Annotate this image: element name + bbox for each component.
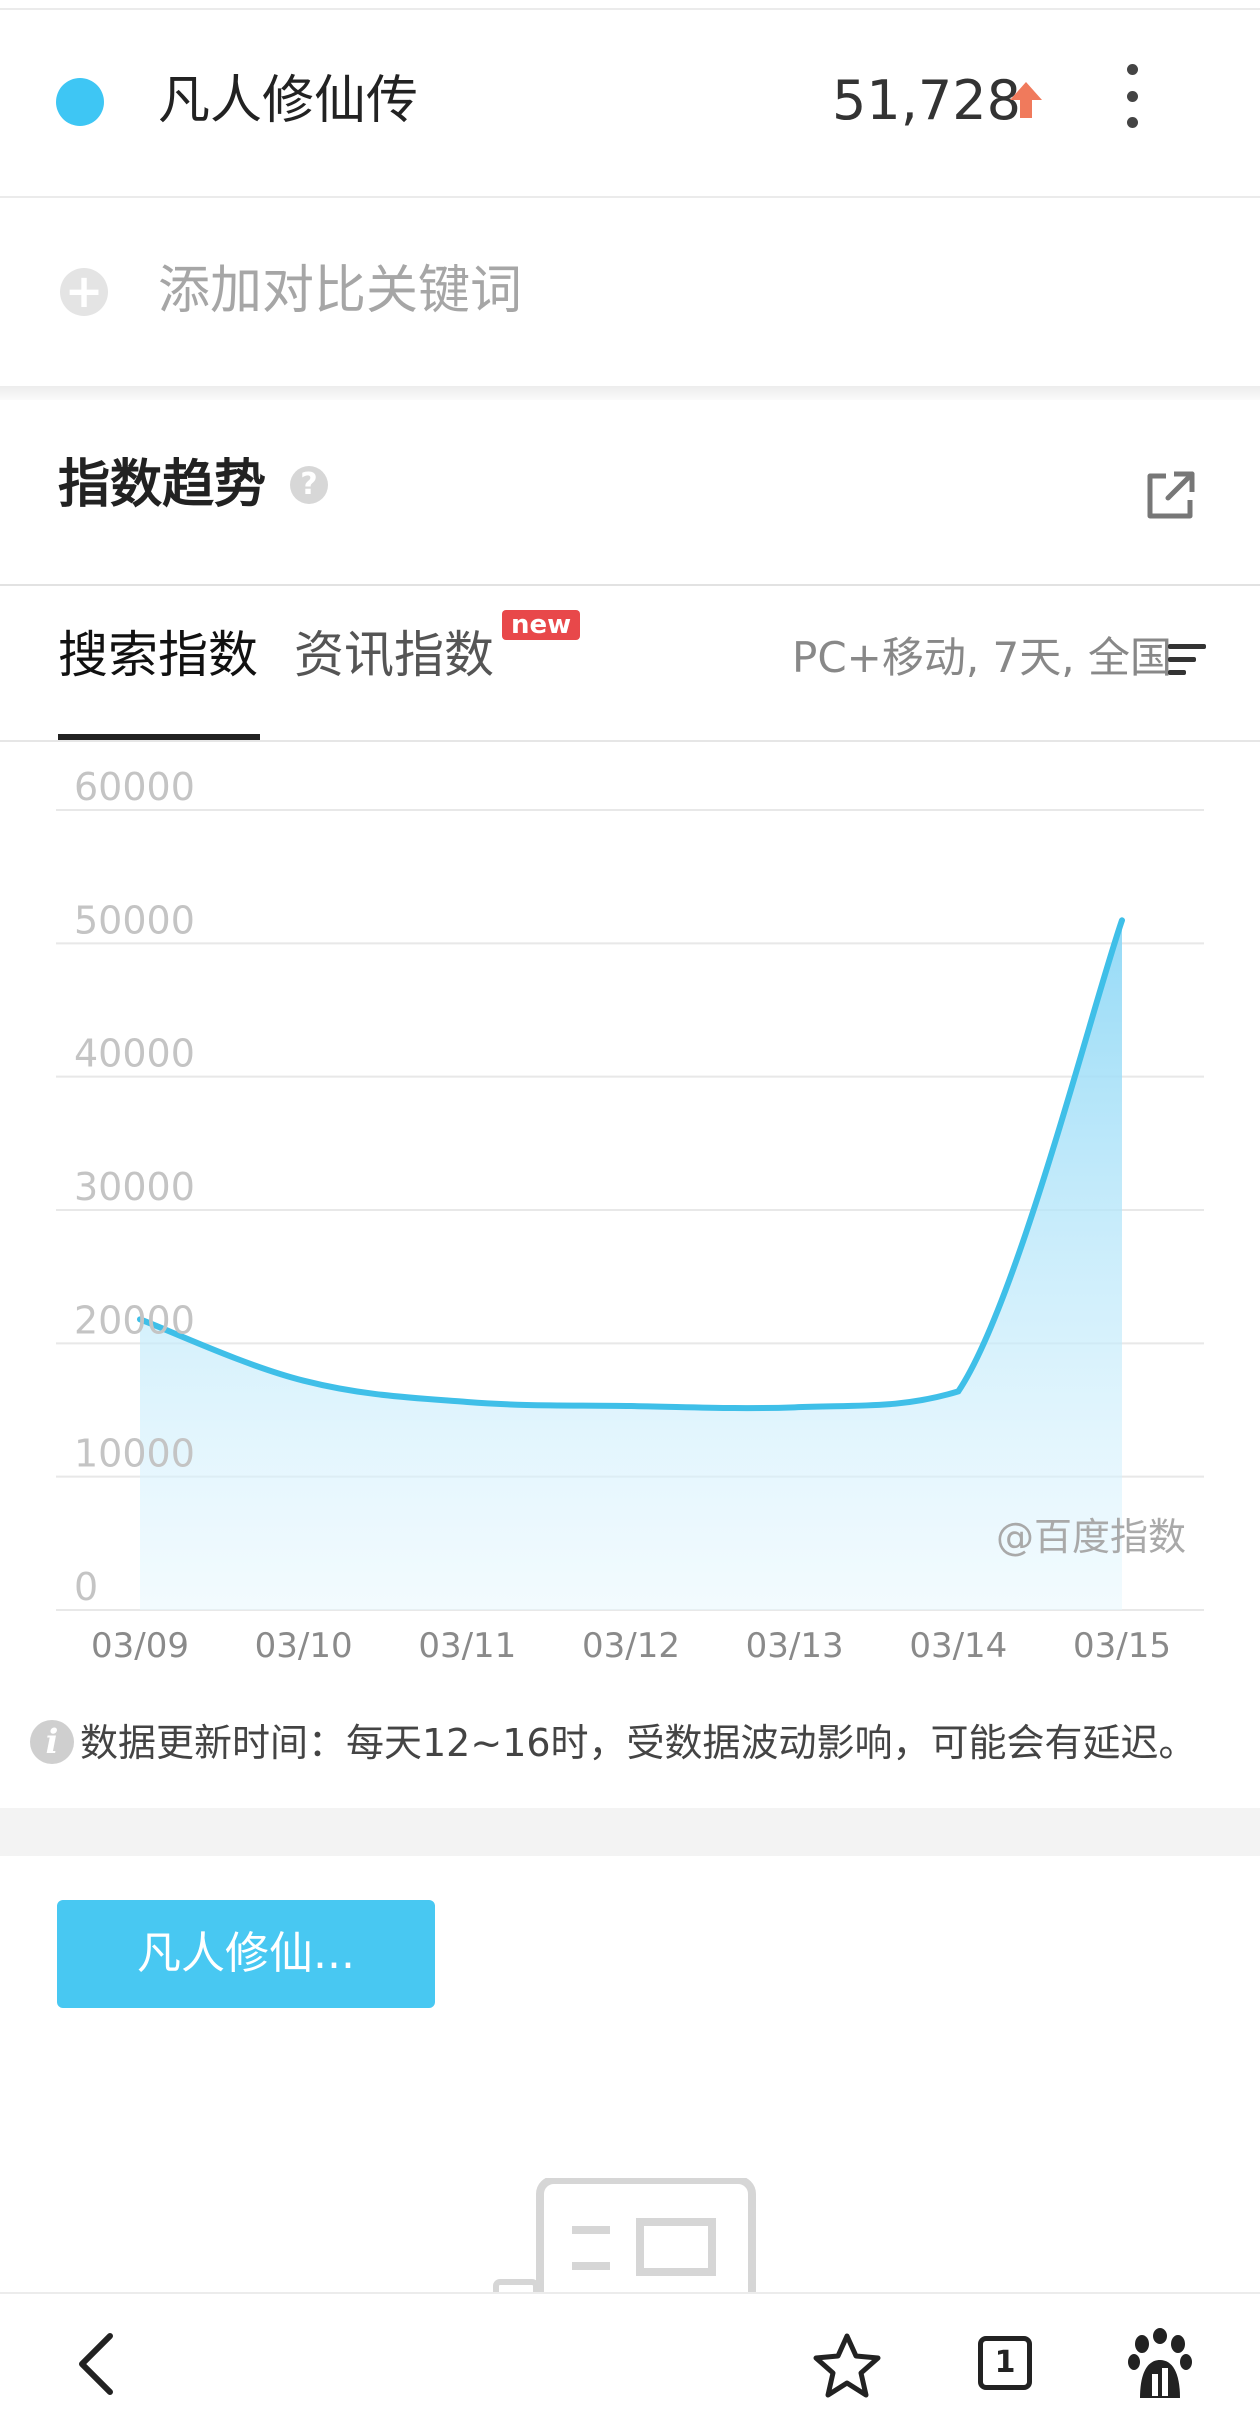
x-tick-label: 03/09 xyxy=(91,1626,189,1666)
keyword-name[interactable]: 凡人修仙传 xyxy=(158,66,418,136)
y-tick-label: 10000 xyxy=(74,1432,195,1476)
new-badge: new xyxy=(502,610,581,640)
keyword-divider xyxy=(0,196,1260,198)
x-tick-label: 03/11 xyxy=(418,1626,516,1666)
back-icon[interactable] xyxy=(72,2330,120,2398)
add-icon[interactable]: + xyxy=(60,268,108,316)
tab-news-index[interactable]: 资讯指数 xyxy=(294,620,494,690)
x-tick-label: 03/14 xyxy=(909,1626,1007,1666)
trend-chart: 03/09 03/10 03/11 03/12 03/13 03/14 03/15 0 100… xyxy=(56,765,1204,1666)
more-options-icon[interactable] xyxy=(1112,64,1152,128)
baidu-paw-icon[interactable] xyxy=(1128,2328,1192,2400)
keyword-index-value: 51,728 xyxy=(832,69,1021,132)
series-area xyxy=(140,920,1122,1610)
y-tick-label: 60000 xyxy=(74,765,195,809)
star-icon[interactable] xyxy=(812,2332,882,2398)
x-tick-label: 03/13 xyxy=(746,1626,844,1666)
data-point xyxy=(792,1404,798,1410)
bottom-navigation: 1 xyxy=(0,2292,1260,2434)
info-icon: i xyxy=(30,1720,74,1764)
empty-state-illustration xyxy=(493,2178,756,2298)
watermark: @百度指数 xyxy=(996,1515,1186,1559)
data-point xyxy=(955,1388,961,1394)
section-title: 指数趋势 xyxy=(58,455,267,515)
x-tick-label: 03/15 xyxy=(1073,1626,1171,1666)
y-tick-label: 0 xyxy=(74,1565,98,1609)
data-point xyxy=(301,1378,307,1384)
y-tick-label: 40000 xyxy=(74,1032,195,1076)
y-tick-label: 50000 xyxy=(74,898,195,942)
share-external-icon[interactable] xyxy=(1140,466,1200,526)
filter-summary[interactable]: PC+移动, 7天, 全国 xyxy=(792,626,1172,690)
data-point xyxy=(628,1403,634,1409)
section-gap xyxy=(0,1808,1260,1856)
y-tick-label: 30000 xyxy=(74,1165,195,1209)
filter-lines-icon[interactable] xyxy=(1166,640,1208,680)
question-icon[interactable]: ? xyxy=(290,466,328,504)
header-divider xyxy=(0,584,1260,586)
x-tick-label: 03/10 xyxy=(255,1626,353,1666)
y-tick-label: 20000 xyxy=(74,1298,195,1342)
section-separator xyxy=(0,386,1260,400)
keyword-color-dot xyxy=(56,78,104,126)
data-point xyxy=(464,1399,470,1405)
update-note: 数据更新时间：每天12~16时，受数据波动影响，可能会有延迟。 xyxy=(80,1721,1197,1765)
tab-search-index[interactable]: 搜索指数 xyxy=(58,620,258,690)
top-divider xyxy=(0,8,1260,10)
data-point xyxy=(1119,917,1125,923)
up-arrow-icon xyxy=(1010,82,1042,118)
series-line xyxy=(137,917,1125,1412)
add-compare-keyword[interactable]: 添加对比关键词 xyxy=(158,256,522,326)
tabs-icon[interactable]: 1 xyxy=(978,2336,1032,2390)
keyword-tab-button[interactable]: 凡人修仙... xyxy=(57,1900,435,2008)
x-tick-label: 03/12 xyxy=(582,1626,680,1666)
